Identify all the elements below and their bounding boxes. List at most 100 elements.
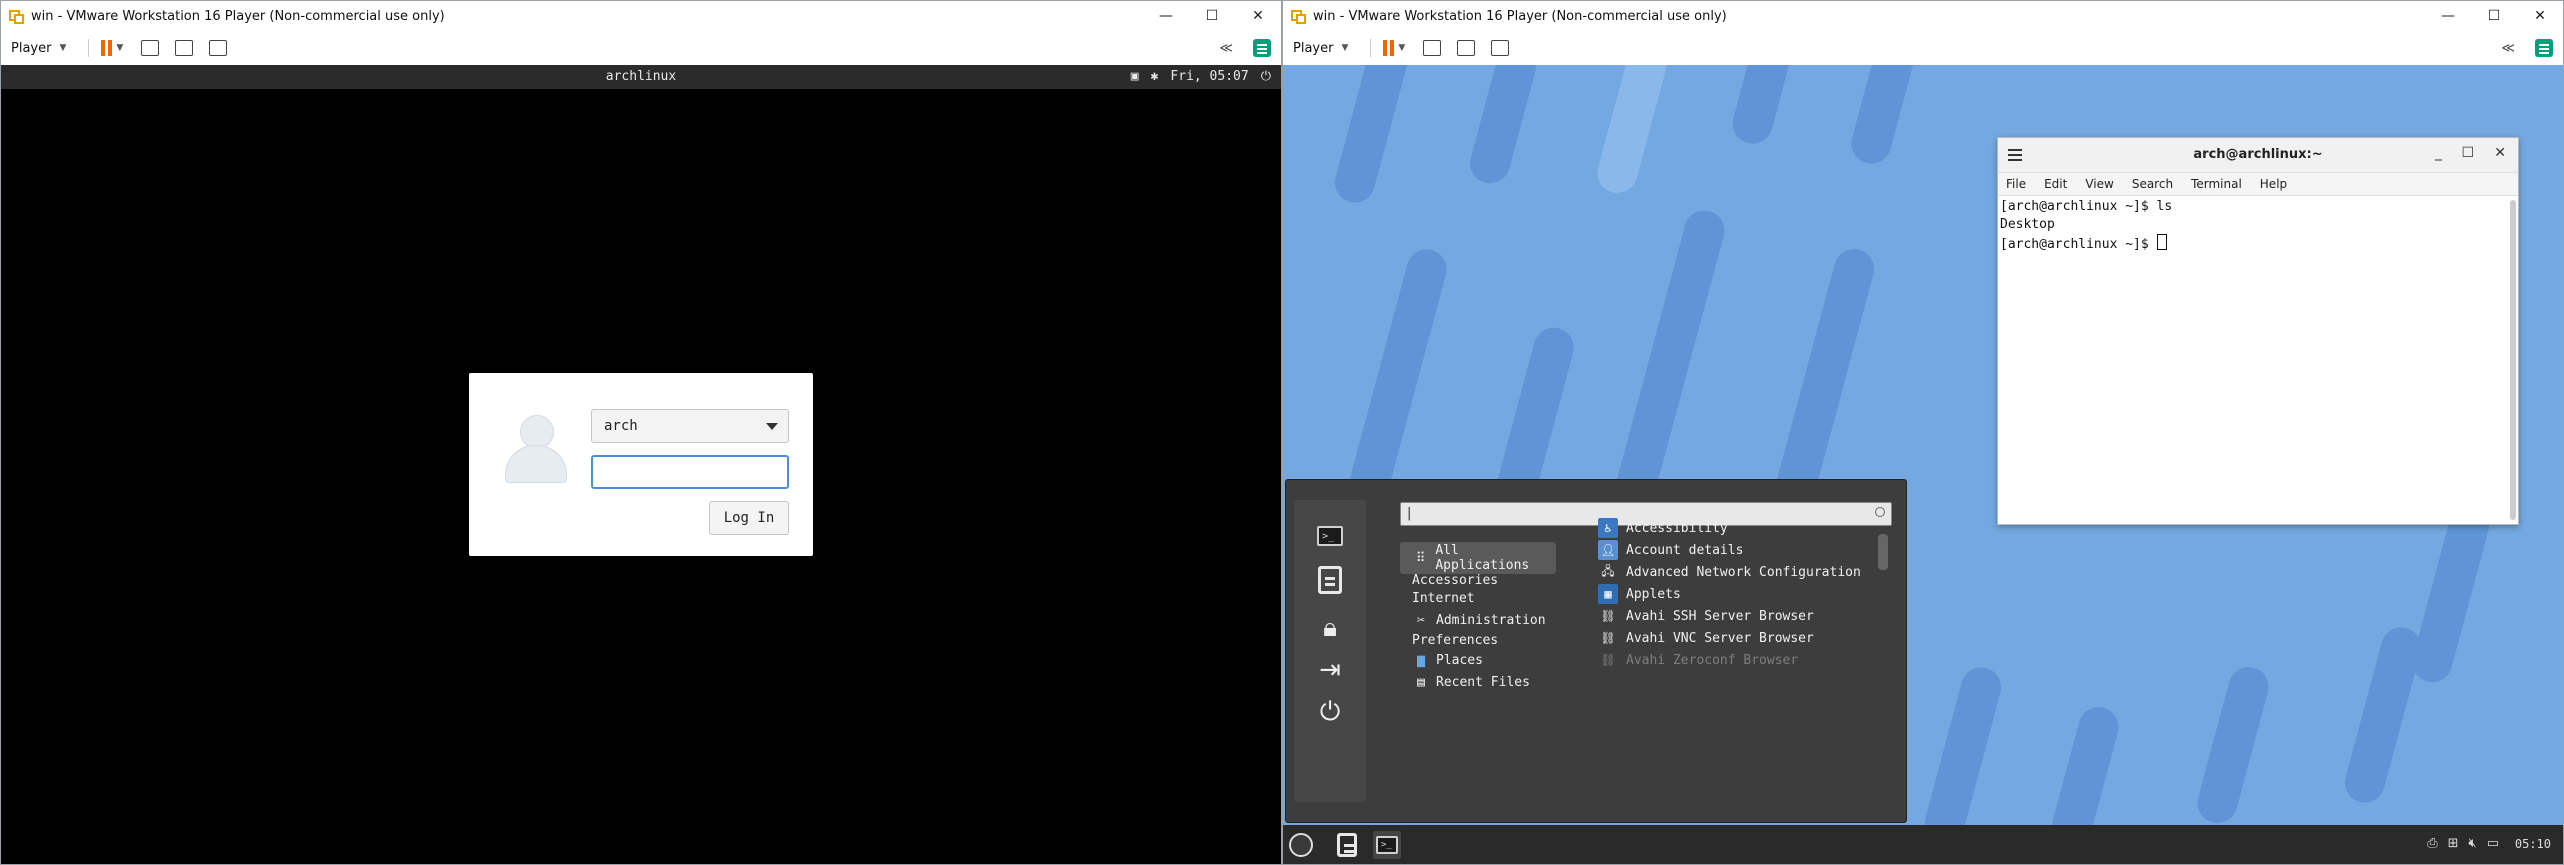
vmware-window-right: win - VMware Workstation 16 Player (Non-… (1282, 0, 2564, 865)
wallpaper-stripe (1592, 65, 1674, 198)
close-icon[interactable]: ✕ (2494, 145, 2506, 161)
send-ctrl-alt-del-icon[interactable] (141, 40, 160, 56)
fit-guest-icon[interactable] (1457, 40, 1476, 56)
pause-icon[interactable] (101, 40, 113, 56)
file-cabinet-icon (1318, 566, 1342, 594)
window-title: win - VMware Workstation 16 Player (Non-… (1313, 8, 1727, 24)
wallpaper-stripe (2340, 622, 2426, 808)
menu-file[interactable]: File (2006, 177, 2026, 191)
volume-muted-icon[interactable]: 🔇︎ (2469, 836, 2477, 851)
power-icon[interactable]: ▭ (2487, 836, 2499, 851)
chevron-down-icon[interactable]: ▼ (116, 43, 123, 53)
collapse-toolbar-button[interactable]: ≪ (1219, 41, 1233, 56)
printer-icon[interactable]: ⎙ (2427, 836, 2437, 851)
minimize-button[interactable]: — (2425, 1, 2471, 31)
divider (88, 39, 90, 57)
clock-label[interactable]: Fri, 05:07 (1170, 69, 1248, 84)
terminal-task-button[interactable]: >_ (1373, 831, 1401, 859)
category-label: Recent Files (1436, 674, 1530, 690)
collapse-toolbar-button[interactable]: ≪ (2501, 41, 2515, 56)
file-cabinet-icon (1337, 833, 1357, 857)
chevron-down-icon: ▼ (59, 43, 67, 53)
divider (1370, 39, 1372, 57)
vmware-logo-icon (1291, 8, 1307, 24)
terminal-menubar: File Edit View Search Terminal Help (1998, 173, 2518, 196)
dropdown-arrow-icon (766, 423, 778, 430)
network-icon[interactable]: ⊞ (2448, 836, 2459, 851)
arch-menu-icon (1289, 833, 1313, 857)
terminal-cursor (2156, 234, 2167, 250)
accessibility-icon[interactable]: ✱ (1151, 69, 1159, 84)
terminal-prompt: [arch@archlinux ~]$ (2000, 237, 2157, 252)
player-menu-button[interactable]: Player ▼ (11, 41, 76, 56)
menu-launcher-button[interactable] (1287, 831, 1315, 859)
terminal-scrollbar[interactable] (2510, 200, 2516, 520)
username-select[interactable]: arch (591, 409, 789, 443)
file-manager-launcher[interactable] (1333, 831, 1361, 859)
vmware-logo-icon (9, 8, 25, 24)
title-bar: win - VMware Workstation 16 Player (Non-… (1, 1, 1281, 31)
terminal-window[interactable]: arch@archlinux:~ _ ☐ ✕ File Edit View Se… (1997, 137, 2519, 525)
vmware-toolbar: Player ▼ ▼ ≪ (1283, 31, 2563, 66)
terminal-line: Desktop (2000, 217, 2055, 232)
maximize-button[interactable]: ☐ (1189, 1, 1235, 31)
fit-guest-icon[interactable] (175, 40, 194, 56)
maximize-button[interactable]: ☐ (2471, 1, 2517, 31)
category-recent-files[interactable]: ▤ Recent Files (1400, 666, 1556, 698)
notes-icon[interactable] (1253, 39, 1271, 57)
terminal-favorite-button[interactable]: >_ (1312, 518, 1348, 554)
title-bar: win - VMware Workstation 16 Player (Non-… (1283, 1, 2563, 31)
chevron-down-icon[interactable]: ▼ (1398, 43, 1405, 53)
player-label: Player (11, 40, 52, 56)
player-menu-button[interactable]: Player ▼ (1293, 41, 1358, 56)
logout-button[interactable]: ⇥ (1312, 652, 1348, 688)
wallpaper-stripe (1465, 65, 1541, 188)
menu-help[interactable]: Help (2260, 177, 2287, 191)
password-field[interactable] (591, 455, 789, 489)
gdm-top-bar: archlinux ▣ ✱ Fri, 05:07 ⏻ (1, 65, 1281, 89)
terminal-title-bar: arch@archlinux:~ _ ☐ ✕ (1998, 138, 2518, 173)
vm-screen-desktop[interactable]: arch@archlinux:~ _ ☐ ✕ File Edit View Se… (1283, 65, 2563, 864)
minimize-button[interactable]: — (1143, 1, 1189, 31)
file-manager-favorite-button[interactable] (1312, 562, 1348, 598)
chevron-down-icon: ▼ (1341, 43, 1349, 53)
close-button[interactable]: ✕ (1235, 1, 1281, 31)
wallpaper-stripe (2192, 662, 2274, 828)
send-ctrl-alt-del-icon[interactable] (1423, 40, 1442, 56)
vmware-toolbar: Player ▼ ▼ ≪ (1, 31, 1281, 66)
shutdown-button[interactable]: ⏻ (1312, 694, 1348, 730)
search-icon (1875, 507, 1885, 517)
menu-search[interactable]: Search (2132, 177, 2173, 191)
window-title: win - VMware Workstation 16 Player (Non-… (31, 8, 445, 24)
system-tray: ⎙ ⊞ 🔇︎ ▭ (2427, 836, 2499, 851)
username-value: arch (604, 418, 638, 434)
terminal-icon: >_ (1317, 526, 1343, 546)
power-icon[interactable]: ⏻ (1261, 69, 1271, 84)
minimize-icon[interactable]: _ (2435, 145, 2442, 161)
close-button[interactable]: ✕ (2517, 1, 2563, 31)
app-list-scrollbar[interactable] (1878, 534, 1888, 570)
menu-view[interactable]: View (2085, 177, 2113, 191)
unity-icon[interactable] (209, 40, 228, 56)
unity-icon[interactable] (1491, 40, 1510, 56)
panel-clock[interactable]: 05:10 (2515, 837, 2551, 851)
pause-icon[interactable] (1383, 40, 1395, 56)
menu-edit[interactable]: Edit (2044, 177, 2067, 191)
terminal-icon: >_ (1376, 836, 1398, 854)
document-icon: ▤ (1417, 674, 1425, 690)
app-avahi-zeroconf-browser[interactable]: ⛓ Avahi Zeroconf Browser (1598, 644, 1798, 676)
notes-icon[interactable] (2535, 39, 2553, 57)
terminal-output[interactable]: [arch@archlinux ~]$ ls Desktop [arch@arc… (1998, 196, 2506, 524)
wallpaper-stripe (1330, 65, 1416, 208)
favorites-sidebar: >_ 🔒︎ ⇥ ⏻ (1294, 500, 1366, 802)
bottom-panel: >_ ⎙ ⊞ 🔇︎ ▭ 05:10 (1283, 825, 2563, 864)
lock-icon: 🔒︎ (1323, 612, 1337, 643)
maximize-icon[interactable]: ☐ (2461, 145, 2474, 161)
terminal-line: [arch@archlinux ~]$ ls (2000, 199, 2173, 214)
lock-screen-button[interactable]: 🔒︎ (1312, 610, 1348, 646)
vm-screen-login[interactable]: archlinux ▣ ✱ Fri, 05:07 ⏻ arch Log In (1, 65, 1281, 864)
hostname-label: archlinux (605, 69, 677, 84)
keyboard-icon[interactable]: ▣ (1131, 69, 1139, 84)
login-button[interactable]: Log In (709, 501, 789, 535)
menu-terminal[interactable]: Terminal (2191, 177, 2242, 191)
